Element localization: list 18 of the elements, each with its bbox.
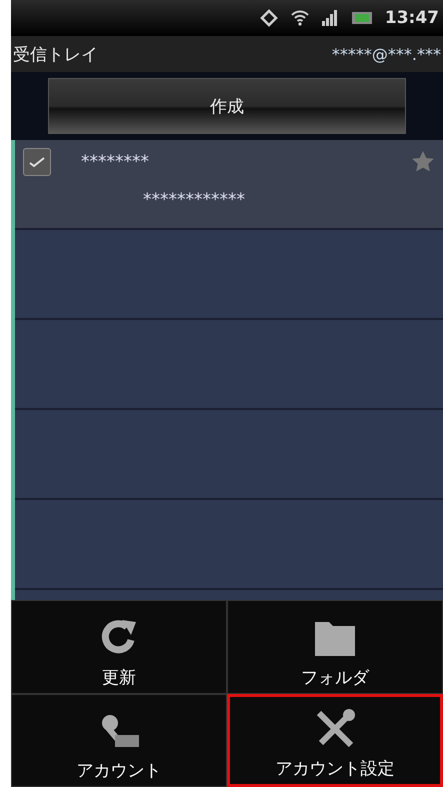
menu-item[interactable]: アカウント [11, 694, 227, 787]
menu-item[interactable]: アカウント設定 [227, 694, 443, 787]
message-row[interactable]: ******** ************ [15, 140, 443, 230]
battery-icon [350, 11, 373, 25]
checkbox[interactable] [23, 148, 51, 176]
clock: 13:47 [384, 8, 439, 28]
rotation-icon [258, 8, 279, 28]
compose-button[interactable]: 作成 [48, 78, 406, 134]
message-subject: ************ [143, 190, 246, 210]
menu-item[interactable]: 更新 [11, 600, 227, 694]
star-icon[interactable] [411, 150, 435, 174]
message-sender: ******** [81, 152, 150, 172]
checkmark-icon [29, 156, 45, 168]
wifi-icon [290, 9, 309, 27]
menu-item[interactable]: フォルダ [227, 600, 443, 694]
account-address: *****@***.*** [332, 44, 441, 64]
signal-icon [320, 9, 339, 27]
inbox-title: 受信トレイ [13, 44, 98, 66]
